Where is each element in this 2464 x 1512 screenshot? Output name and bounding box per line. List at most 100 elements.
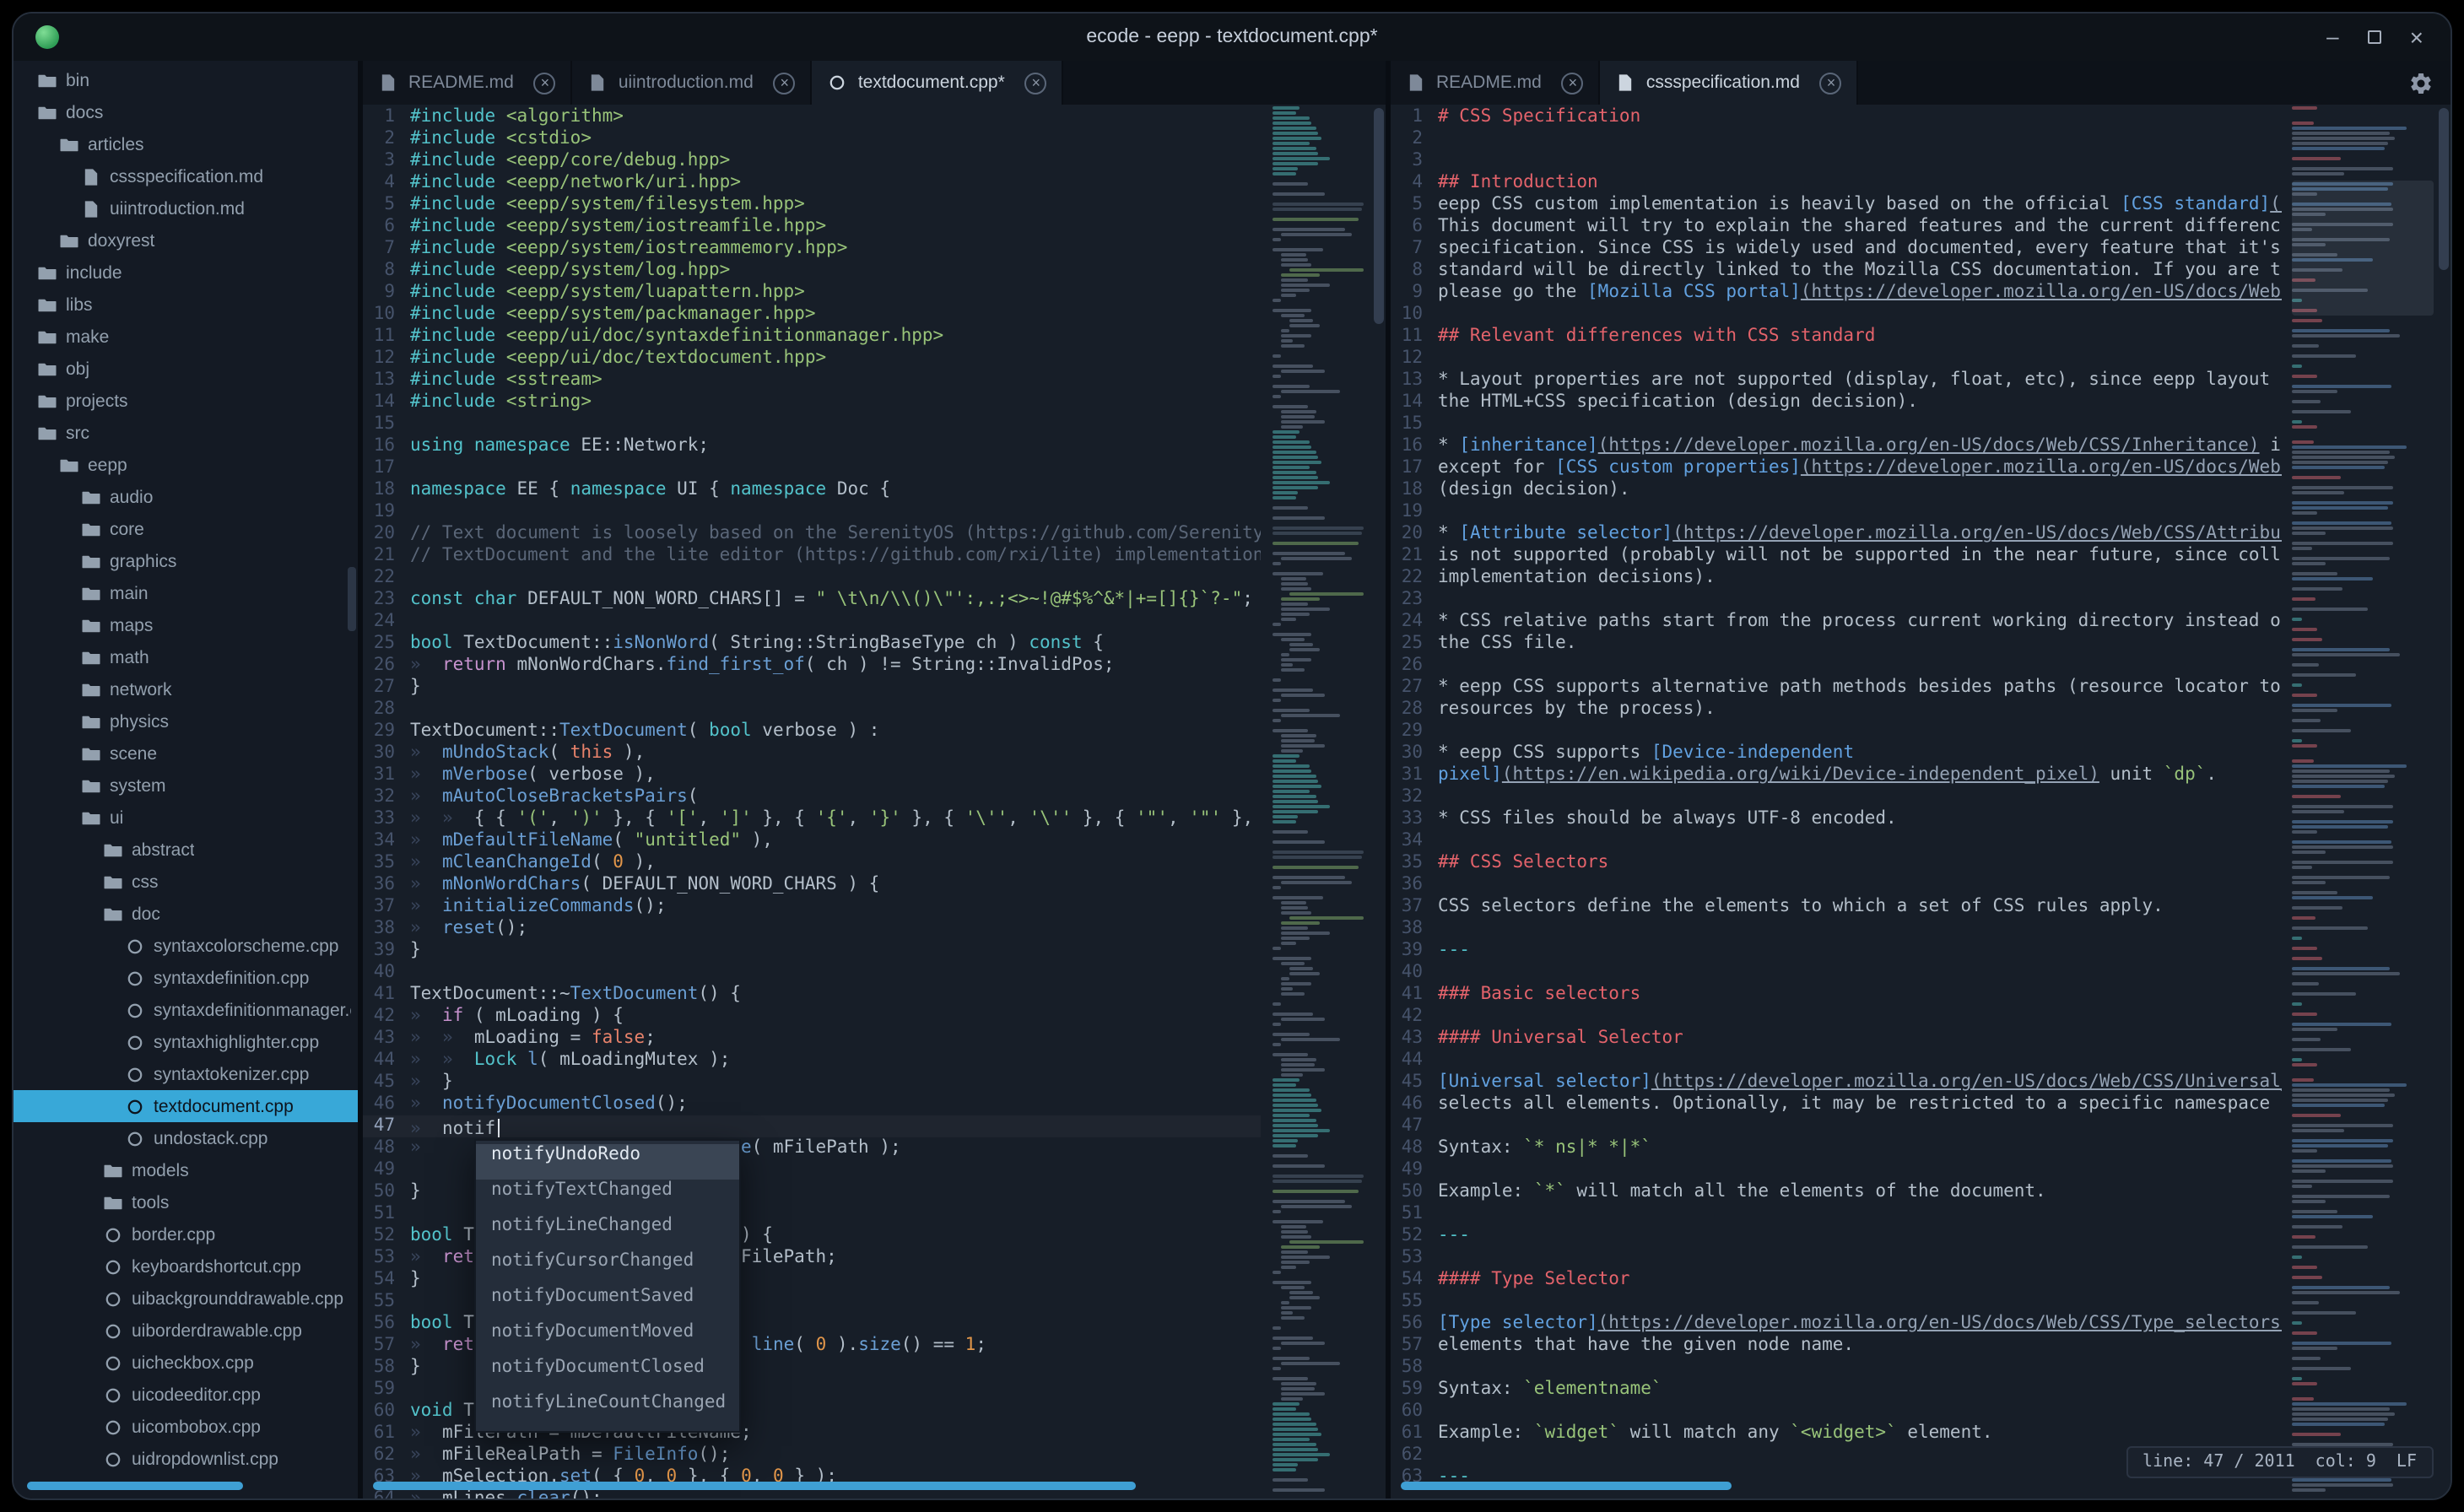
code-line[interactable]: 50Example: `*` will match all the elemen… [1391,1181,2282,1203]
tree-item[interactable]: obj [14,353,358,385]
code-line[interactable]: 55 [1391,1291,2282,1313]
tab-uiintroduction-md[interactable]: uiintroduction.md× [573,61,813,105]
code-line[interactable]: 36» mNonWordChars( DEFAULT_NON_WORD_CHAR… [363,874,1261,896]
tree-item[interactable]: textdocument.cpp [14,1090,358,1122]
code-line[interactable]: 22 [363,567,1261,589]
code-line[interactable]: 30» mUndoStack( this ), [363,742,1261,764]
code-line[interactable]: 41TextDocument::~TextDocument() { [363,984,1261,1006]
horizontal-scrollbar-thumb[interactable] [373,1482,1136,1490]
tree-item[interactable]: scene [14,737,358,770]
autocomplete-item[interactable]: notifyLineChanged [476,1215,739,1250]
code-line[interactable]: 51 [1391,1203,2282,1225]
horizontal-scrollbar-thumb[interactable] [1401,1482,1732,1490]
code-line[interactable]: 42» if ( mLoading ) { [363,1006,1261,1028]
code-line[interactable]: 31pixel](https://en.wikipedia.org/wiki/D… [1391,764,2282,786]
code-line[interactable]: 35## CSS Selectors [1391,852,2282,874]
tree-item[interactable]: make [14,321,358,353]
autocomplete-item[interactable]: notifyDocumentSaved [476,1286,739,1321]
tree-item[interactable]: system [14,770,358,802]
vertical-scrollbar-thumb[interactable] [1374,108,1384,324]
code-line[interactable]: 12 [1391,348,2282,370]
code-line[interactable]: 49 [1391,1159,2282,1181]
code-line[interactable]: 25bool TextDocument::isNonWord( String::… [363,633,1261,655]
code-line[interactable]: 29TextDocument::TextDocument( bool verbo… [363,721,1261,742]
tree-item[interactable]: border.cpp [14,1218,358,1250]
code-line[interactable]: 59Syntax: `elementname` [1391,1379,2282,1401]
code-line[interactable]: 28 [363,699,1261,721]
code-line[interactable]: 14#include <string> [363,392,1261,413]
code-line[interactable]: 2 [1391,128,2282,150]
minimap[interactable] [2292,106,2434,1497]
tree-item[interactable]: docs [14,96,358,128]
code-line[interactable]: 5#include <eepp/system/filesystem.hpp> [363,194,1261,216]
code-line[interactable]: 33* CSS files should be always UTF-8 enc… [1391,808,2282,830]
code-line[interactable]: 23 [1391,589,2282,611]
code-line[interactable]: 57elements that have the given node name… [1391,1335,2282,1357]
code-line[interactable]: 28resources by the process). [1391,699,2282,721]
tree-item[interactable]: tools [14,1186,358,1218]
code-line[interactable]: 27} [363,677,1261,699]
code-line[interactable]: 30* eepp CSS supports [Device-independen… [1391,742,2282,764]
tree-item[interactable]: undostack.cpp [14,1122,358,1154]
tree-item[interactable]: syntaxhighlighter.cpp [14,1026,358,1058]
tree-item[interactable]: css [14,866,358,898]
code-line[interactable]: 38 [1391,918,2282,940]
code-line[interactable]: 4#include <eepp/network/uri.hpp> [363,172,1261,194]
tree-item[interactable]: uiintroduction.md [14,192,358,224]
tree-item[interactable]: eepp [14,449,358,481]
code-line[interactable]: 1# CSS Specification [1391,106,2282,128]
tree-item[interactable]: main [14,577,358,609]
titlebar[interactable]: ecode - eepp - textdocument.cpp* – × [14,14,2450,61]
code-line[interactable]: 43» » mLoading = false; [363,1028,1261,1050]
code-editor-textdocument[interactable]: 1#include <algorithm>2#include <cstdio>3… [363,105,1386,1498]
code-line[interactable]: 13* Layout properties are not supported … [1391,370,2282,392]
code-line[interactable]: 36 [1391,874,2282,896]
code-line[interactable]: 1#include <algorithm> [363,106,1261,128]
code-line[interactable]: 48Syntax: `* ns|* *|*` [1391,1137,2282,1159]
code-line[interactable]: 8standard will be directly linked to the… [1391,260,2282,282]
code-line[interactable]: 16* [inheritance](https://developer.mozi… [1391,435,2282,457]
code-line[interactable]: 17 [363,457,1261,479]
autocomplete-item[interactable]: notifyDocumentMoved [476,1321,739,1357]
code-line[interactable]: 18namespace EE { namespace UI { namespac… [363,479,1261,501]
code-line[interactable]: 34 [1391,830,2282,852]
code-line[interactable]: 9#include <eepp/system/luapattern.hpp> [363,282,1261,304]
tab-close-icon[interactable]: × [1820,72,1842,94]
tab-cssspecification-md[interactable]: cssspecification.md× [1601,61,1859,105]
tree-item[interactable]: syntaxdefinitionmanager.cpp [14,994,358,1026]
editor-settings-button[interactable] [2391,61,2450,105]
code-line[interactable]: 6#include <eepp/system/iostreamfile.hpp> [363,216,1261,238]
code-line[interactable]: 11## Relevant differences with CSS stand… [1391,326,2282,348]
autocomplete-item[interactable]: notifyLineCountChanged [476,1392,739,1428]
code-line[interactable]: 7specification. Since CSS is widely used… [1391,238,2282,260]
code-line[interactable]: 37» initializeCommands(); [363,896,1261,918]
tree-item[interactable]: uicheckbox.cpp [14,1347,358,1379]
code-line[interactable]: 21// TextDocument and the lite editor (h… [363,545,1261,567]
minimap-viewport[interactable] [2292,181,2434,316]
autocomplete-item[interactable]: notifyTextChanged [476,1180,739,1215]
code-line[interactable]: 32 [1391,786,2282,808]
code-line[interactable]: 16using namespace EE::Network; [363,435,1261,457]
tab-close-icon[interactable]: × [1025,72,1047,94]
code-line[interactable]: 44 [1391,1050,2282,1072]
code-line[interactable]: 44» » Lock l( mLoadingMutex ); [363,1050,1261,1072]
tree-item[interactable]: include [14,256,358,289]
tree-item[interactable]: bin [14,64,358,96]
code-line[interactable]: 4## Introduction [1391,172,2282,194]
minimize-button[interactable]: – [2326,14,2338,61]
code-line[interactable]: 31» mVerbose( verbose ), [363,764,1261,786]
minimap[interactable] [1273,106,1370,1497]
code-line[interactable]: 60 [1391,1401,2282,1423]
code-line[interactable]: 45[Universal selector](https://developer… [1391,1072,2282,1094]
code-line[interactable]: 19 [1391,501,2282,523]
tree-item[interactable]: uidropdownlist.cpp [14,1443,358,1475]
code-line[interactable]: 32» mAutoCloseBracketsPairs( [363,786,1261,808]
code-line[interactable]: 6This document will try to explain the s… [1391,216,2282,238]
code-line[interactable]: 39--- [1391,940,2282,962]
code-line[interactable]: 34» mDefaultFileName( "untitled" ), [363,830,1261,852]
code-line[interactable]: 38» reset(); [363,918,1261,940]
code-line[interactable]: 62» mFileRealPath = FileInfo(); [363,1444,1261,1466]
tree-item[interactable]: physics [14,705,358,737]
code-line[interactable]: 18(design decision). [1391,479,2282,501]
tree-item[interactable]: uicombobox.cpp [14,1411,358,1443]
